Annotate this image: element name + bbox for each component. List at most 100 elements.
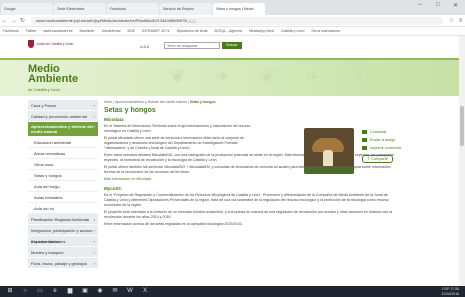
sidebar-item-label: Educación ambiental xyxy=(34,140,72,145)
browser-tab[interactable]: Servicio de Empleo xyxy=(160,3,212,15)
menu-icon[interactable]: ≡ xyxy=(456,18,465,24)
reload-icon[interactable]: ↻ xyxy=(18,17,27,24)
chrome-icon[interactable]: ◉ xyxy=(95,288,105,295)
bookmark[interactable]: BOCyL - Agencia xyxy=(215,29,242,33)
sidebar-item[interactable]: Otros usos xyxy=(28,159,98,170)
chevron-right-icon: › xyxy=(93,228,95,233)
sidebar-item[interactable]: Áreas recreativas xyxy=(28,148,98,159)
bookmark[interactable]: Bankinter xyxy=(80,29,95,33)
system-tray[interactable]: ESP 17:56 12/04/2016 xyxy=(441,287,459,296)
share-label: Compartir xyxy=(371,157,388,161)
bookmark[interactable]: www.santander.es xyxy=(43,29,72,33)
sidebar-item-label: Montes y bosques xyxy=(31,250,64,255)
mail-icon[interactable]: ✉ xyxy=(110,288,120,295)
clock-date: 12/04/2016 xyxy=(441,291,459,296)
sidebar-item[interactable]: Aula del río xyxy=(28,203,98,214)
grass xyxy=(304,166,354,174)
tool-label: Contactar xyxy=(370,130,387,134)
search-button[interactable]: Buscar xyxy=(222,42,242,49)
sidebar-item[interactable]: Integración, participación y acceso a la… xyxy=(28,225,98,244)
more-info-link[interactable]: Más información en Micodata xyxy=(104,177,254,182)
sidebar-item[interactable]: Flora, fauna, paisaje y geología › xyxy=(28,258,98,269)
sidebar-item[interactable]: Calidad y prevención ambiental › xyxy=(28,111,98,122)
scrollbar[interactable] xyxy=(459,36,465,286)
chevron-right-icon: › xyxy=(93,250,95,255)
chevron-right-icon: › xyxy=(93,239,95,244)
sidebar-item[interactable]: Aprovechamientos y disfrute del medio na… xyxy=(28,122,98,137)
sidebar-item-label: Aula del río xyxy=(34,206,55,211)
store-icon[interactable]: ▣ xyxy=(80,288,90,295)
paragraph: En el Sistema de Información Territorial… xyxy=(104,124,251,133)
task-view-icon[interactable]: ▭ xyxy=(35,288,45,295)
sidebar-item[interactable]: Educación ambiental xyxy=(28,137,98,148)
sidebar-item-label: Planificación Regional Ambiental xyxy=(31,217,90,222)
sidebar-item[interactable]: Caza y Pesca › xyxy=(28,100,98,111)
sidebar-item-label: Integración, participación y acceso a la… xyxy=(31,228,93,244)
send-friend-link[interactable]: Enviar a amigo xyxy=(362,136,432,144)
maximize-icon[interactable]: □ xyxy=(436,2,440,8)
bookmark[interactable]: Diputación de Ávila xyxy=(177,29,208,33)
close-icon[interactable]: ✕ xyxy=(453,2,458,9)
text-size-controls[interactable]: A A A xyxy=(140,44,149,49)
scrollbar-thumb[interactable] xyxy=(460,106,464,146)
decoration-icon: ❧ xyxy=(305,66,321,87)
decoration-icon: ❦ xyxy=(170,66,186,87)
excel-icon[interactable]: X xyxy=(140,288,150,295)
shield-icon xyxy=(28,40,34,48)
sidebar-item-label: Espacios Naturales xyxy=(31,239,66,244)
bookmark[interactable]: WhatsApp Web xyxy=(249,29,274,33)
sidebar-item[interactable]: Setas y hongos xyxy=(28,170,98,181)
page-title: Setas y hongos xyxy=(104,107,156,114)
folder-icon[interactable]: ▆ xyxy=(65,288,75,295)
sidebar-item-label: Calidad y prevención ambiental xyxy=(31,114,87,119)
bookmark[interactable]: Facebook xyxy=(3,29,19,33)
minimize-icon[interactable]: – xyxy=(418,2,421,8)
forward-icon[interactable]: → xyxy=(9,18,18,24)
browser-tab-active[interactable]: Setas y hongos | Medio xyxy=(213,3,265,15)
bookmark[interactable]: Infodefensa xyxy=(102,29,121,33)
sidebar-item-label: Caza y Pesca xyxy=(31,103,56,108)
sidebar-item[interactable]: Aulas forestales xyxy=(28,192,98,203)
sidebar-item-label: Aula del fuego xyxy=(34,184,60,189)
site-banner: Medio Ambiente de Castilla y León ❦ ❧ ❦ … xyxy=(0,58,465,96)
edge-icon[interactable]: e xyxy=(50,288,60,295)
bookmark[interactable]: INTRANET JCYL xyxy=(142,29,170,33)
browser-tab[interactable]: Google xyxy=(1,3,53,15)
paragraph: El proyecto está orientado a la creación… xyxy=(104,210,393,219)
chevron-right-icon: › xyxy=(93,124,95,129)
sidebar-item[interactable]: Planificación Regional Ambiental › xyxy=(28,214,98,225)
print-link[interactable]: Imprimir contenido xyxy=(362,144,432,152)
bookmark[interactable]: Otros marcadores xyxy=(311,29,340,33)
paragraph: El portal Micodata ofrece una serie de s… xyxy=(104,136,244,150)
tool-label: Imprimir contenido xyxy=(370,146,402,150)
url-input[interactable]: www.medioambiente.jcyl.es/web/jcyl/Medio… xyxy=(31,16,443,25)
main-content: Inicio | Aprovechamientos y disfrute del… xyxy=(104,100,434,280)
browser-tab[interactable]: Facebook xyxy=(107,3,159,15)
brand-title-line: Ambiente xyxy=(28,73,79,85)
bookmark[interactable]: BOE xyxy=(127,29,135,33)
site-header: Junta de Castilla y León A A A Texto de … xyxy=(0,36,465,58)
search-input[interactable]: Texto de búsqueda xyxy=(164,42,220,49)
sidebar-item[interactable]: Aula del fuego xyxy=(28,181,98,192)
language-indicator[interactable]: ESP xyxy=(442,287,449,291)
back-icon[interactable]: ← xyxy=(0,18,9,24)
section-heading: Micodata xyxy=(104,117,124,122)
breadcrumb-path[interactable]: Inicio | Aprovechamientos y disfrute del… xyxy=(104,100,189,104)
contact-link[interactable]: Contactar xyxy=(362,128,432,136)
sidebar-item[interactable]: Montes y bosques › xyxy=(28,247,98,258)
bookmark[interactable]: Twitter xyxy=(26,29,37,33)
chevron-right-icon: › xyxy=(93,217,95,222)
brand-title[interactable]: Medio Ambiente xyxy=(28,64,79,85)
star-icon[interactable]: ☆ xyxy=(447,17,456,24)
search-icon[interactable]: ○ xyxy=(20,288,30,295)
browser-tab[interactable]: Sede Electrónica xyxy=(54,3,106,15)
word-icon[interactable]: W xyxy=(125,288,135,295)
mail-icon xyxy=(362,130,367,134)
print-icon xyxy=(362,146,367,150)
breadcrumb: Inicio | Aprovechamientos y disfrute del… xyxy=(104,100,434,105)
windows-start-icon[interactable]: ⊞ xyxy=(5,288,15,295)
share-button[interactable]: ⇪ Compartir xyxy=(362,155,393,163)
sidebar-item[interactable]: Espacios Naturales › xyxy=(28,236,98,247)
bookmark[interactable]: Castilla y León xyxy=(281,29,305,33)
jcyl-logo[interactable]: Junta de Castilla y León xyxy=(28,40,73,48)
